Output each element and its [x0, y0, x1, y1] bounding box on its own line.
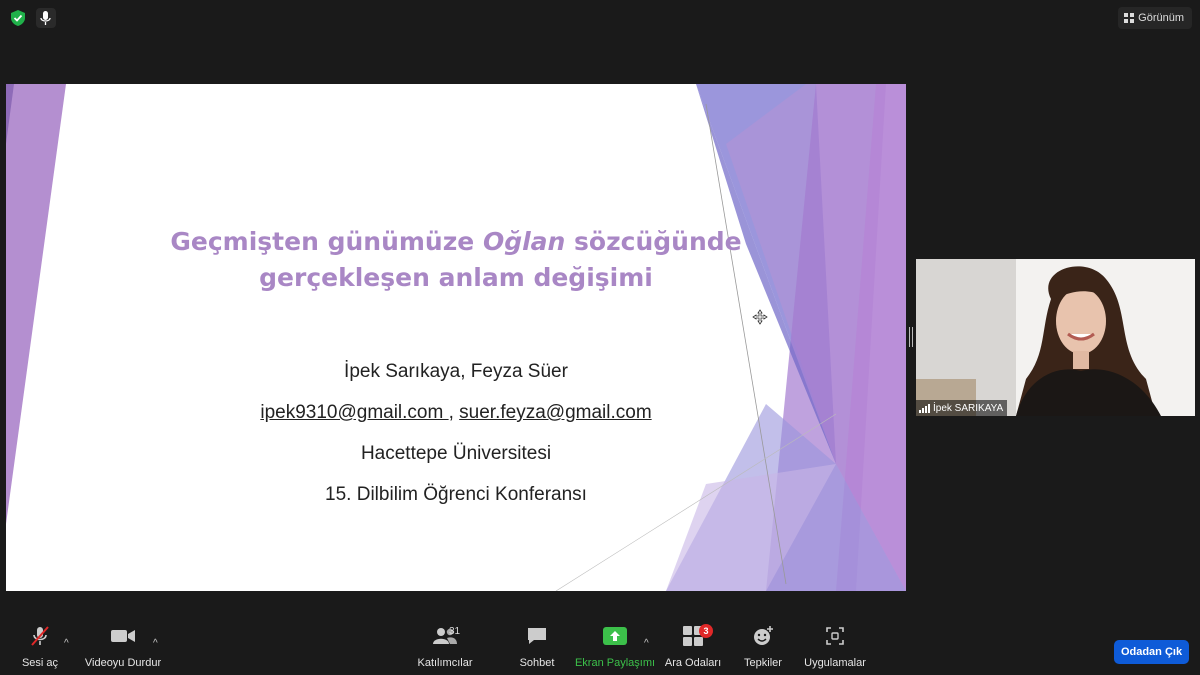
stop-video-button[interactable]: Videoyu Durdur — [84, 622, 162, 675]
reactions-button[interactable]: Tepkiler — [742, 622, 784, 675]
share-screen-button[interactable]: Ekran Paylaşımı — [574, 622, 656, 675]
breakout-rooms-button[interactable]: 3 Ara Odaları — [664, 622, 722, 675]
share-screen-icon — [603, 627, 627, 645]
title-line-2: gerçekleşen anlam değişimi — [259, 263, 653, 292]
participants-button[interactable]: 31 Katılımcılar — [416, 622, 474, 675]
smiley-plus-icon — [754, 626, 773, 645]
email-link-1[interactable]: ipek9310@gmail.com — [260, 402, 448, 423]
title-part-2: sözcüğünde — [565, 227, 742, 256]
unmute-button[interactable]: Sesi aç — [20, 622, 60, 675]
apps-button[interactable]: Uygulamalar — [804, 622, 866, 675]
share-screen-label: Ekran Paylaşımı — [574, 657, 656, 669]
participant-name: İpek SARIKAYA — [933, 402, 1004, 414]
participant-name-tag: İpek SARIKAYA — [916, 400, 1008, 416]
panel-resize-handle[interactable] — [909, 327, 913, 347]
participants-label: Katılımcılar — [417, 657, 473, 669]
microphone-muted-icon — [31, 626, 49, 646]
video-options-caret[interactable]: ^ — [153, 638, 158, 649]
title-italic-word: Oğlan — [482, 227, 566, 256]
slide-university: Hacettepe Üniversitesi — [360, 443, 552, 464]
top-bar: Görünüm — [0, 0, 1200, 36]
slide-authors: İpek Sarıkaya, Feyza Süer — [344, 361, 568, 382]
reactions-label: Tepkiler — [744, 657, 782, 669]
leave-meeting-button[interactable]: Odadan Çık — [1114, 640, 1189, 664]
share-options-caret[interactable]: ^ — [644, 638, 649, 649]
chat-button[interactable]: Sohbet — [516, 622, 558, 675]
participants-count: 31 — [449, 626, 461, 637]
view-button[interactable]: Görünüm — [1118, 7, 1192, 29]
apps-label: Uygulamalar — [804, 657, 866, 669]
shared-screen-slide: Geçmişten günümüze Oğlan sözcüğünde gerç… — [6, 84, 906, 591]
email-separator: , — [448, 402, 460, 423]
view-label: Görünüm — [1138, 12, 1184, 24]
apps-icon — [826, 627, 844, 645]
slide-title: Geçmişten günümüze Oğlan sözcüğünde gerç… — [156, 224, 756, 296]
audio-options-caret[interactable]: ^ — [64, 638, 69, 649]
stop-video-label: Videoyu Durdur — [84, 657, 162, 669]
security-shield-icon[interactable] — [9, 9, 27, 27]
participant-video-tile[interactable]: İpek SARIKAYA — [916, 259, 1195, 416]
unmute-label: Sesi aç — [21, 657, 59, 669]
breakout-rooms-label: Ara Odaları — [664, 657, 722, 669]
move-cursor-icon — [752, 309, 768, 325]
connection-signal-icon — [919, 403, 930, 413]
chat-bubble-icon — [528, 628, 546, 644]
meeting-toolbar: Sesi aç ^ Videoyu Durdur ^ 31 Katılımcıl… — [0, 622, 1200, 675]
breakout-rooms-badge: 3 — [699, 624, 713, 638]
slide-conference: 15. Dilbilim Öğrenci Konferansı — [325, 484, 587, 505]
audio-status-icon[interactable] — [36, 8, 56, 28]
participant-video-image — [916, 259, 1195, 416]
email-link-2[interactable]: suer.feyza@gmail.com — [459, 402, 651, 423]
chat-label: Sohbet — [519, 657, 555, 669]
video-camera-icon — [111, 630, 135, 642]
grid-view-icon — [1124, 13, 1135, 23]
title-part-1: Geçmişten günümüze — [170, 227, 483, 256]
slide-decoration — [6, 84, 906, 591]
slide-emails: ipek9310@gmail.com , suer.feyza@gmail.co… — [156, 402, 756, 424]
